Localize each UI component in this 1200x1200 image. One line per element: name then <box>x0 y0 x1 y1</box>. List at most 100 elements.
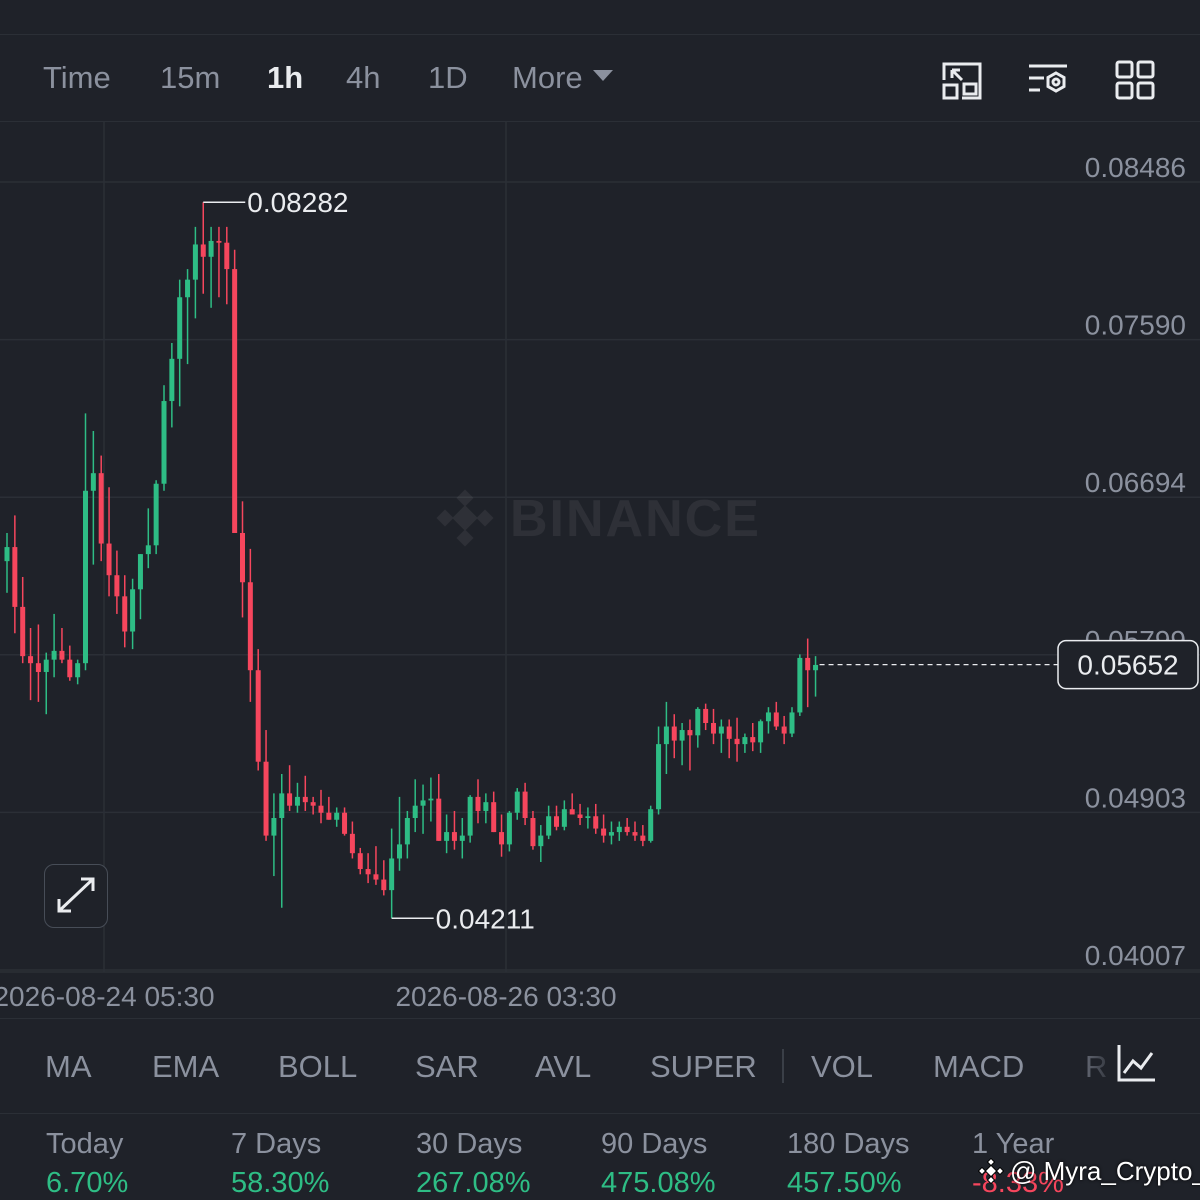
candle-body <box>711 723 716 734</box>
candle <box>326 796 332 820</box>
candle <box>750 723 756 752</box>
binance-watermark: BINANCE <box>436 489 761 548</box>
candle <box>98 455 104 562</box>
candle-body <box>83 490 88 664</box>
indicator-macd[interactable]: MACD <box>933 1049 1024 1085</box>
candle-body <box>632 832 638 836</box>
candle-body <box>12 547 18 607</box>
perf-7-days: 7 Days 58.30% <box>231 1128 329 1200</box>
indicator-sar[interactable]: SAR <box>415 1049 479 1085</box>
candle-body <box>718 726 724 734</box>
candle-body <box>687 730 693 736</box>
candle <box>4 532 10 593</box>
timeframe-time[interactable]: Time <box>43 60 111 96</box>
candle-body <box>789 712 795 734</box>
indicator-boll[interactable]: BOLL <box>278 1049 357 1085</box>
candle-body <box>601 828 607 836</box>
indicator-ema[interactable]: EMA <box>152 1049 219 1085</box>
current-price-label: 0.05652 <box>1077 650 1178 681</box>
perf-label: Today <box>46 1128 124 1160</box>
timeframe-more-dropdown[interactable]: More <box>512 60 613 96</box>
candle <box>742 733 748 753</box>
candle-body <box>349 833 355 854</box>
candle-body <box>271 818 277 836</box>
candle <box>420 784 426 834</box>
perf-value: 457.50% <box>787 1167 902 1199</box>
indicator-ma[interactable]: MA <box>45 1049 92 1085</box>
candle <box>436 774 442 841</box>
candle <box>687 719 693 771</box>
candle-body <box>294 796 300 806</box>
timeframe-4h[interactable]: 4h <box>346 60 380 96</box>
indicator-super[interactable]: SUPER <box>650 1049 757 1085</box>
candle-body <box>137 554 143 590</box>
candle <box>538 825 544 862</box>
candle-body <box>43 659 49 672</box>
candle-body <box>302 796 308 803</box>
candle <box>169 342 175 428</box>
candle <box>608 821 614 845</box>
candle-body <box>279 793 285 819</box>
candle-body <box>593 816 599 829</box>
candle <box>726 719 732 759</box>
candle-body <box>177 297 183 359</box>
candle <box>20 576 26 664</box>
candle-body <box>742 737 748 745</box>
candle <box>412 779 418 833</box>
timeframe-15m[interactable]: 15m <box>160 60 220 96</box>
timeframe-1d[interactable]: 1D <box>428 60 468 96</box>
binance-watermark-text: BINANCE <box>510 490 761 548</box>
candle-body <box>412 805 418 819</box>
perf-value: 267.08% <box>416 1167 531 1199</box>
fullscreen-expand-button[interactable] <box>44 864 108 928</box>
indicator-avl[interactable]: AVL <box>535 1049 591 1085</box>
candlestick-chart[interactable]: BINANCE 0.084860.075900.066940.057990.04… <box>0 122 1200 1018</box>
screen-capture-icon[interactable] <box>940 58 984 102</box>
candle <box>499 814 505 857</box>
candle <box>483 793 489 824</box>
candle-body <box>648 809 654 841</box>
candle-body <box>59 650 65 660</box>
candle-body <box>475 796 481 811</box>
candle <box>294 782 300 813</box>
candle-body <box>342 812 348 834</box>
candle <box>373 846 379 885</box>
candle <box>177 279 183 407</box>
candle <box>554 805 559 831</box>
candle <box>216 226 222 298</box>
candle-body <box>538 835 544 847</box>
candle-body <box>145 545 151 555</box>
candle <box>711 708 716 745</box>
perf-label: 30 Days <box>416 1128 523 1160</box>
candle <box>106 487 112 597</box>
candle <box>240 501 245 618</box>
candle-body <box>373 874 379 880</box>
candle-body <box>530 818 536 847</box>
perf-value: 58.30% <box>231 1167 330 1199</box>
perf-90-days: 90 Days 475.08% <box>601 1128 716 1200</box>
candle <box>593 803 599 834</box>
candle-body <box>98 473 104 544</box>
candle-body <box>357 853 363 870</box>
candle <box>59 627 65 664</box>
timeframe-1h[interactable]: 1h <box>267 60 303 96</box>
candle-body <box>616 826 622 833</box>
candle-body <box>499 832 505 845</box>
indicator-chart-icon[interactable] <box>1114 1041 1158 1085</box>
candle-body <box>389 858 395 891</box>
indicator-divider <box>782 1049 784 1083</box>
candle <box>83 413 88 671</box>
candle <box>75 659 81 685</box>
candle <box>232 249 238 533</box>
candle-body <box>200 244 206 257</box>
candle <box>185 269 191 365</box>
candle <box>51 613 57 678</box>
candle-body <box>483 802 489 811</box>
candle <box>546 805 552 840</box>
layout-grid-icon[interactable] <box>1113 58 1157 102</box>
chart-settings-icon[interactable] <box>1026 58 1070 102</box>
candle <box>663 701 669 775</box>
candle <box>577 803 583 826</box>
candle-body <box>247 582 253 671</box>
indicator-vol[interactable]: VOL <box>811 1049 873 1085</box>
